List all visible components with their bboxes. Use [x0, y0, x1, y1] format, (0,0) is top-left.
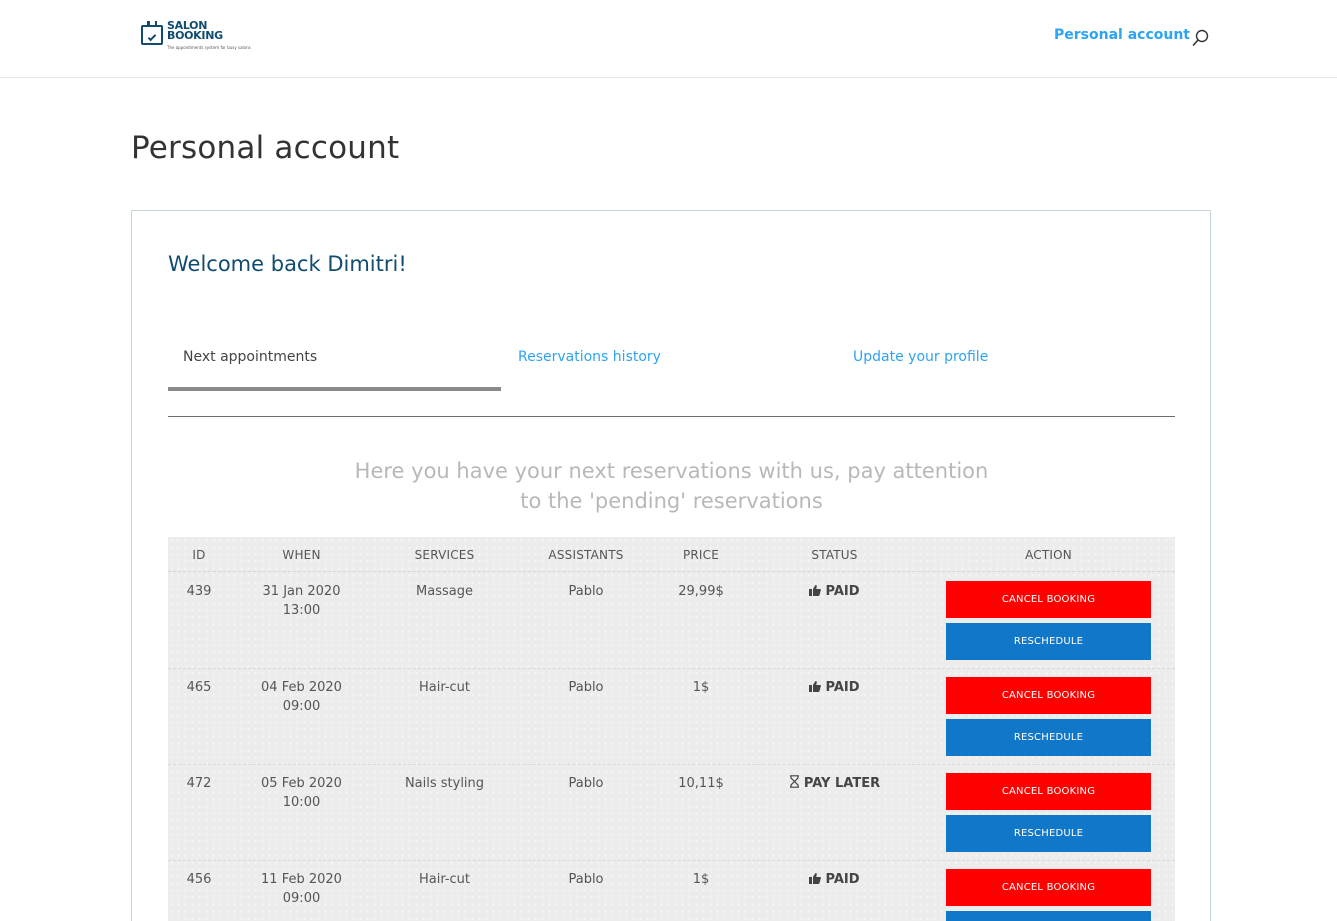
cell-id: 456: [186, 872, 212, 887]
tab-reservations-history[interactable]: Reservations history: [518, 349, 661, 365]
cell-time: 10:00: [282, 794, 321, 810]
calendar-check-icon: [141, 21, 163, 45]
logo-wordmark: SALON BOOKING: [167, 20, 223, 42]
welcome-message: Welcome back Dimitri!: [168, 252, 407, 276]
cell-id: 472: [186, 776, 212, 791]
cell-time: 09:00: [282, 698, 321, 714]
reschedule-button[interactable]: RESCHEDULE: [946, 623, 1151, 660]
nav-personal-account[interactable]: Personal account: [1054, 27, 1190, 43]
intro-text: Here you have your next reservations wit…: [168, 456, 1175, 516]
hourglass-icon: [789, 775, 799, 788]
intro-line-2: to the 'pending' reservations: [520, 489, 823, 513]
reschedule-button[interactable]: RESCHEDULE: [946, 911, 1151, 921]
cell-when: 31 Jan 2020 13:00: [230, 583, 373, 620]
salon-booking-logo[interactable]: SALON BOOKING The appointments system fo…: [141, 20, 259, 53]
cell-service: Hair-cut: [418, 872, 471, 887]
cell-service: Hair-cut: [418, 680, 471, 695]
cell-when: 04 Feb 2020 09:00: [230, 679, 373, 716]
tab-update-profile[interactable]: Update your profile: [853, 349, 988, 365]
cell-price: 1$: [692, 680, 710, 695]
logo-tagline: The appointments system for busy salons: [167, 45, 251, 50]
cancel-booking-button[interactable]: CANCEL BOOKING: [946, 581, 1151, 618]
cell-assistant: Pablo: [568, 872, 604, 887]
cell-price: 10,11$: [678, 776, 724, 791]
column-header-services: SERVICES: [414, 548, 475, 562]
cell-price: 1$: [692, 872, 710, 887]
column-header-id: ID: [192, 548, 206, 562]
cell-status: PAID: [746, 583, 923, 602]
logo-line-2: BOOKING: [167, 29, 223, 42]
intro-line-1: Here you have your next reservations wit…: [354, 459, 989, 483]
cell-assistant: Pablo: [568, 680, 604, 695]
account-panel: Welcome back Dimitri! Next appointments …: [131, 210, 1211, 921]
tab-next-appointments[interactable]: Next appointments: [183, 349, 317, 365]
cell-status: PAID: [746, 679, 923, 698]
active-tab-indicator: [168, 387, 501, 391]
cell-date: 04 Feb 2020: [261, 680, 342, 695]
appointments-table: ID WHEN SERVICES ASSISTANTS PRICE STATUS…: [168, 537, 1175, 921]
table-header: ID WHEN SERVICES ASSISTANTS PRICE STATUS…: [168, 537, 1175, 572]
thumbs-up-icon: [809, 585, 822, 596]
thumbs-up-icon: [809, 873, 822, 884]
cell-service: Massage: [416, 584, 473, 599]
cell-time: 09:00: [282, 890, 321, 906]
status-label: PAID: [825, 680, 860, 695]
cell-status: PAY LATER: [746, 775, 923, 794]
cancel-booking-button[interactable]: CANCEL BOOKING: [946, 869, 1151, 906]
cell-assistant: Pablo: [568, 584, 604, 599]
column-header-assistants: ASSISTANTS: [548, 548, 624, 562]
cell-assistant: Pablo: [568, 776, 604, 791]
cell-date: 11 Feb 2020: [261, 872, 342, 887]
cancel-booking-button[interactable]: CANCEL BOOKING: [946, 677, 1151, 714]
cell-when: 05 Feb 2020 10:00: [230, 775, 373, 812]
cell-status: PAID: [746, 871, 923, 890]
cell-date: 05 Feb 2020: [261, 776, 342, 791]
table-row: 439 31 Jan 2020 13:00 Massage Pablo 29,9…: [168, 573, 1175, 669]
status-label: PAID: [825, 872, 860, 887]
cell-price: 29,99$: [678, 584, 724, 599]
status-label: PAID: [825, 584, 860, 599]
column-header-action: ACTION: [1025, 548, 1072, 562]
account-tabs: Next appointments Reservations history U…: [168, 339, 1175, 417]
table-row: 456 11 Feb 2020 09:00 Hair-cut Pablo 1$ …: [168, 861, 1175, 921]
column-header-when: WHEN: [282, 548, 321, 562]
column-header-price: PRICE: [682, 548, 720, 562]
site-header: SALON BOOKING The appointments system fo…: [0, 0, 1337, 78]
cell-date: 31 Jan 2020: [262, 584, 341, 599]
search-icon[interactable]: [1192, 29, 1210, 47]
table-row: 465 04 Feb 2020 09:00 Hair-cut Pablo 1$ …: [168, 669, 1175, 765]
table-row: 472 05 Feb 2020 10:00 Nails styling Pabl…: [168, 765, 1175, 861]
cell-time: 13:00: [282, 602, 321, 618]
cell-id: 439: [186, 584, 212, 599]
status-label: PAY LATER: [803, 776, 881, 791]
cell-service: Nails styling: [404, 776, 485, 791]
reschedule-button[interactable]: RESCHEDULE: [946, 815, 1151, 852]
thumbs-up-icon: [809, 681, 822, 692]
cancel-booking-button[interactable]: CANCEL BOOKING: [946, 773, 1151, 810]
cell-id: 465: [186, 680, 212, 695]
cell-when: 11 Feb 2020 09:00: [230, 871, 373, 908]
page-title: Personal account: [131, 130, 400, 166]
reschedule-button[interactable]: RESCHEDULE: [946, 719, 1151, 756]
column-header-status: STATUS: [811, 548, 858, 562]
